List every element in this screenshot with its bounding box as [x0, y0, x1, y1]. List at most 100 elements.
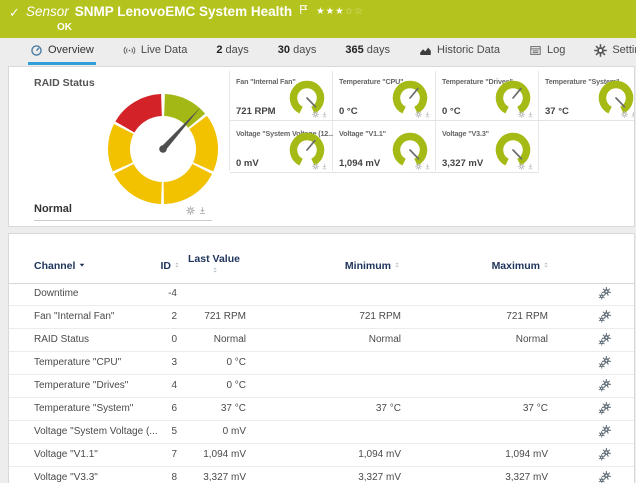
tab-settings[interactable]: Settings — [592, 38, 636, 65]
tab-live-data[interactable]: Live Data — [121, 38, 189, 65]
gauge-panel-5: Voltage "System Voltage (12...0 mV — [230, 123, 333, 173]
gauge-settings-icon[interactable] — [518, 111, 525, 118]
cell-maximum: Normal — [416, 334, 548, 345]
gear-icon — [594, 44, 607, 57]
tab-overview[interactable]: Overview — [28, 38, 96, 65]
cell-id: 6 — [109, 403, 177, 414]
gauge-settings-icon[interactable] — [621, 111, 628, 118]
cell-id: 5 — [109, 426, 177, 437]
gauge-collapse-icon[interactable] — [630, 111, 635, 118]
cell-id: 7 — [109, 449, 177, 460]
sort-icon — [542, 261, 550, 269]
gauge-value: 1,094 mV — [339, 158, 380, 169]
gauge-collapse-icon[interactable] — [321, 163, 328, 170]
cell-minimum: Normal — [269, 334, 401, 345]
gauge-collapse-icon[interactable] — [424, 111, 431, 118]
prtg-sensor-page: ✓ SensorSNMP LenovoEMC System Health★★★☆… — [0, 0, 636, 483]
cell-minimum: 1,094 mV — [269, 449, 401, 460]
column-header-minimum[interactable]: Minimum — [269, 260, 401, 272]
channel-settings-icon[interactable] — [598, 471, 611, 483]
cell-last-value: Normal — [174, 334, 246, 345]
main-gauge-divider — [34, 220, 212, 221]
table-row: Temperature "System"637 °C37 °C37 °C — [9, 398, 634, 421]
priority-flag-icon[interactable] — [298, 4, 309, 15]
tab-label: Log — [547, 44, 565, 56]
priority-stars[interactable]: ★★★☆☆ — [316, 6, 364, 17]
gauge-settings-icon[interactable] — [186, 206, 195, 215]
channel-settings-icon[interactable] — [598, 402, 611, 415]
gauge-panel-3: Temperature "Drives"0 °C — [436, 71, 539, 121]
channel-settings-icon[interactable] — [598, 379, 611, 392]
column-header-id[interactable]: ID — [109, 260, 181, 272]
cell-id: 4 — [109, 380, 177, 391]
chart-icon — [419, 44, 432, 57]
gauge-collapse-icon[interactable] — [527, 111, 534, 118]
gauge-panel-2: Temperature "CPU"0 °C — [333, 71, 436, 121]
channel-settings-icon[interactable] — [598, 287, 611, 300]
channel-settings-icon[interactable] — [598, 310, 611, 323]
gauge-collapse-icon[interactable] — [321, 111, 328, 118]
tab-bar: Overview Live Data 2 days 30 days 365 days Hi… — [0, 38, 636, 65]
overview-panel: RAID Status Normal Fan "Internal Fan"721… — [8, 66, 635, 227]
channel-settings-icon[interactable] — [598, 448, 611, 461]
tab-log[interactable]: Log — [527, 38, 567, 65]
live-icon — [123, 44, 136, 57]
status-check-icon: ✓ — [9, 5, 20, 21]
gauge-value: 37 °C — [545, 106, 569, 117]
cell-maximum: 3,327 mV — [416, 472, 548, 483]
gauge-value: 721 RPM — [236, 106, 276, 117]
raid-status-gauge — [103, 89, 223, 209]
sensor-kind-label: Sensor — [26, 4, 69, 19]
table-row: Downtime-4 — [9, 283, 634, 306]
sensor-status-text: OK — [57, 22, 72, 33]
tab-number: 365 — [345, 44, 363, 56]
cell-last-value: 0 °C — [174, 357, 246, 368]
cell-id: 0 — [109, 334, 177, 345]
table-row: RAID Status0NormalNormalNormal — [9, 329, 634, 352]
channel-settings-icon[interactable] — [598, 425, 611, 438]
gauge-settings-icon[interactable] — [415, 163, 422, 170]
gauge-actions — [312, 163, 328, 170]
channel-settings-icon[interactable] — [598, 356, 611, 369]
log-icon — [529, 44, 542, 57]
sort-icon — [393, 261, 401, 269]
cell-minimum: 3,327 mV — [269, 472, 401, 483]
channel-table-panel: Channel ID Last Value Minimum Maximum Do… — [8, 233, 635, 483]
cell-maximum: 37 °C — [416, 403, 548, 414]
gauge-value: 0 °C — [442, 106, 461, 117]
cell-id: 2 — [109, 311, 177, 322]
tab-365-days[interactable]: 365 days — [343, 38, 392, 65]
column-header-channel[interactable]: Channel — [34, 260, 86, 272]
cell-last-value: 37 °C — [174, 403, 246, 414]
gauge-collapse-icon[interactable] — [527, 163, 534, 170]
tab-label: Settings — [612, 44, 636, 56]
sensor-title: SNMP LenovoEMC System Health — [75, 4, 292, 19]
tab-30-days[interactable]: 30 days — [276, 38, 319, 65]
column-header-last-value[interactable]: Last Value — [185, 253, 243, 277]
gauge-panel-1: Fan "Internal Fan"721 RPM — [230, 71, 333, 121]
table-rows: Downtime-4Fan "Internal Fan"2721 RPM721 … — [9, 283, 634, 483]
gauge-settings-icon[interactable] — [415, 111, 422, 118]
tab-label: Historic Data — [437, 44, 500, 56]
star-icon: ☆ — [345, 6, 355, 17]
tab-historic-data[interactable]: Historic Data — [417, 38, 502, 65]
table-row: Fan "Internal Fan"2721 RPM721 RPM721 RPM — [9, 306, 634, 329]
gauge-settings-icon[interactable] — [312, 111, 319, 118]
gauge-value: 0 mV — [236, 158, 259, 169]
sensor-header: ✓ SensorSNMP LenovoEMC System Health★★★☆… — [0, 0, 636, 38]
tab-2-days[interactable]: 2 days — [214, 38, 250, 65]
table-row: Voltage "System Voltage (...50 mV — [9, 421, 634, 444]
gauge-actions — [415, 163, 431, 170]
gauge-collapse-icon[interactable] — [424, 163, 431, 170]
star-icon: ★ — [316, 6, 326, 17]
gauge-actions — [312, 111, 328, 118]
gauge-settings-icon[interactable] — [312, 163, 319, 170]
column-header-maximum[interactable]: Maximum — [416, 260, 550, 272]
gauge-value: 3,327 mV — [442, 158, 483, 169]
gauge-settings-icon[interactable] — [518, 163, 525, 170]
channel-settings-icon[interactable] — [598, 333, 611, 346]
table-row: Temperature "CPU"30 °C — [9, 352, 634, 375]
cell-last-value: 721 RPM — [174, 311, 246, 322]
sort-caret-icon — [78, 261, 86, 269]
gauge-collapse-icon[interactable] — [198, 206, 207, 215]
